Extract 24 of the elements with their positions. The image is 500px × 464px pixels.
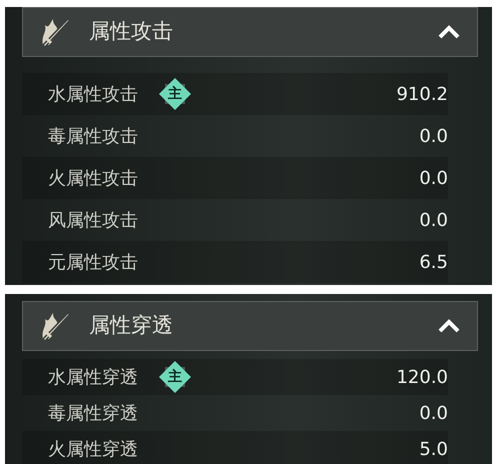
section-title: 属性穿透	[89, 312, 173, 340]
stat-label: 元属性攻击	[48, 250, 138, 274]
collapse-chevron-icon[interactable]	[437, 24, 461, 40]
stat-value: 5.0	[419, 438, 448, 462]
stat-value: 0.0	[419, 402, 448, 426]
stat-value: 0.0	[419, 166, 448, 190]
main-badge: 主	[158, 77, 192, 111]
stat-value: 0.0	[419, 208, 448, 232]
stat-label: 火属性穿透	[48, 438, 138, 462]
stat-label: 火属性攻击	[48, 166, 138, 190]
stat-value: 910.2	[396, 82, 448, 106]
stat-label: 水属性攻击	[48, 82, 138, 106]
stat-value: 6.5	[419, 250, 448, 274]
stat-label: 风属性攻击	[48, 208, 138, 232]
stat-label: 水属性穿透	[48, 366, 138, 390]
stat-label: 毒属性攻击	[48, 124, 138, 148]
collapse-chevron-icon[interactable]	[437, 318, 461, 334]
stat-label: 毒属性穿透	[48, 402, 138, 426]
main-badge: 主	[158, 360, 192, 394]
section-title: 属性攻击	[89, 18, 173, 46]
stat-value: 0.0	[419, 124, 448, 148]
section-header[interactable]: 属性穿透	[22, 301, 478, 351]
stat-value: 120.0	[396, 366, 448, 390]
section-header[interactable]: 属性攻击	[22, 7, 478, 57]
